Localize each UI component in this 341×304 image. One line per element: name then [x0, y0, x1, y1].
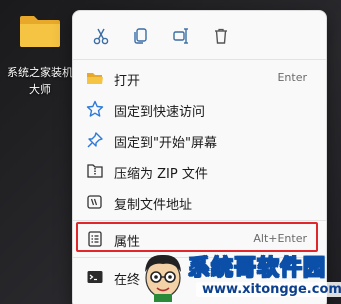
watermark-url: www.xitongge.com [196, 282, 341, 297]
menu-item-shortcut: Enter [277, 71, 307, 84]
menu-item-open[interactable]: 打开 Enter [78, 63, 321, 93]
folder-icon [20, 16, 60, 47]
quick-action-bar [81, 21, 241, 51]
menu-item-pin-start[interactable]: 固定到"开始"屏幕 [78, 125, 321, 155]
watermark-title: 系统哥软件园 [187, 256, 327, 282]
menu-item-label: 固定到快速访问 [114, 105, 206, 120]
rename-icon [173, 28, 188, 44]
menu-item-label: 在终 [114, 273, 141, 288]
copy-icon [134, 28, 147, 44]
menu-item-copy-path[interactable]: 复制文件地址 [78, 187, 321, 217]
watermark: 系统哥软件园 www.xitongge.com [140, 244, 341, 304]
menu-divider [73, 220, 326, 221]
rename-button[interactable] [161, 21, 201, 51]
menu-item-label: 复制文件地址 [114, 198, 193, 213]
desktop-folder-label: 系统之家装机 大师 [2, 64, 78, 98]
menu-item-label: 压缩为 ZIP 文件 [114, 167, 208, 182]
copy-path-icon [87, 195, 102, 209]
desktop-folder[interactable]: 系统之家装机 大师 [0, 8, 78, 98]
trash-icon [215, 28, 227, 44]
menu-divider [73, 59, 326, 60]
menu-item-pin-quick-access[interactable]: 固定到快速访问 [78, 94, 321, 124]
terminal-icon [87, 271, 103, 283]
menu-item-compress-zip[interactable]: 压缩为 ZIP 文件 [78, 156, 321, 186]
zip-folder-icon [87, 164, 103, 178]
folder-label-line2: 大师 [29, 83, 51, 96]
mascot-logo-icon [145, 254, 181, 302]
cut-button[interactable] [81, 21, 121, 51]
star-icon [86, 100, 104, 117]
folder-open-icon [87, 73, 103, 84]
pin-icon [87, 132, 103, 148]
menu-item-label: 固定到"开始"屏幕 [114, 136, 217, 151]
copy-button[interactable] [121, 21, 161, 51]
menu-item-label: 打开 [114, 74, 141, 89]
folder-label-line1: 系统之家装机 [7, 66, 73, 79]
delete-button[interactable] [201, 21, 241, 51]
scissors-icon [93, 28, 109, 45]
